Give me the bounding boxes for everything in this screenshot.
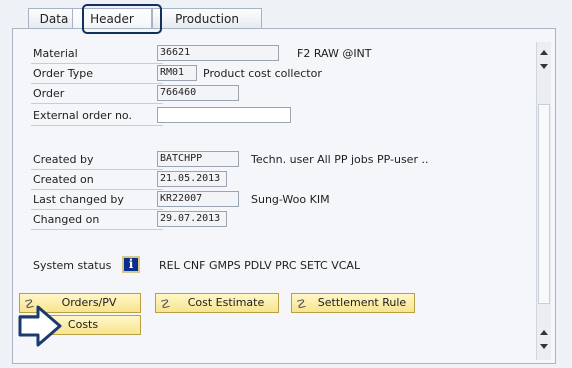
info-icon[interactable]: i: [122, 256, 140, 273]
created-on-label: Created on: [33, 173, 94, 186]
scroll-thumb[interactable]: [538, 104, 550, 304]
system-status-value: REL CNF GMPS PDLV PRC SETC VCAL: [159, 259, 361, 272]
glasses-icon: ☡: [160, 297, 171, 311]
created-on-field[interactable]: 21.05.2013: [157, 171, 227, 187]
scroll-up-icon[interactable]: [540, 50, 548, 55]
row-divider: [31, 63, 163, 64]
scroll-up-icon[interactable]: [540, 330, 548, 335]
row-divider: [31, 83, 163, 84]
material-description: F2 RAW @INT: [297, 47, 372, 60]
settlement-rule-button[interactable]: ☡ Settlement Rule: [291, 293, 415, 313]
row-divider: [31, 125, 163, 126]
cost-estimate-button[interactable]: ☡ Cost Estimate: [155, 293, 279, 313]
system-status-label: System status: [33, 259, 112, 272]
external-order-label: External order no.: [33, 109, 132, 122]
changed-on-field[interactable]: 29.07.2013: [157, 211, 227, 227]
scroll-down-icon[interactable]: [540, 64, 548, 69]
created-by-label: Created by: [33, 153, 94, 166]
order-field[interactable]: 766460: [157, 85, 239, 101]
tab-production-process[interactable]: Production Process: [152, 8, 262, 46]
row-divider: [31, 103, 163, 104]
last-changed-by-field[interactable]: KR22007: [157, 191, 239, 207]
last-changed-by-description: Sung-Woo KIM: [251, 193, 330, 206]
created-by-description: Techn. user All PP jobs PP-user ..: [251, 153, 429, 166]
last-changed-by-label: Last changed by: [33, 193, 124, 206]
order-type-description: Product cost collector: [203, 67, 322, 80]
material-label: Material: [33, 47, 78, 60]
scroll-down-icon[interactable]: [540, 344, 548, 349]
order-type-label: Order Type: [33, 67, 94, 80]
pointer-arrow-icon: [18, 305, 62, 347]
order-type-field[interactable]: RM01: [157, 65, 197, 81]
row-divider: [31, 229, 163, 230]
created-by-field[interactable]: BATCHPP: [157, 151, 239, 167]
row-divider: [31, 169, 163, 170]
glasses-icon: ☡: [296, 297, 307, 311]
tab-highlight-frame: [82, 4, 162, 34]
row-divider: [31, 189, 163, 190]
changed-on-label: Changed on: [33, 213, 100, 226]
vertical-scrollbar[interactable]: [536, 42, 551, 360]
external-order-field[interactable]: [157, 107, 291, 123]
header-panel: Material 36621 F2 RAW @INT Order Type RM…: [12, 28, 556, 364]
order-label: Order: [33, 87, 65, 100]
row-divider: [31, 209, 163, 210]
tab-strip: Data Production Process Header: [12, 0, 572, 46]
material-field[interactable]: 36621: [157, 45, 279, 61]
